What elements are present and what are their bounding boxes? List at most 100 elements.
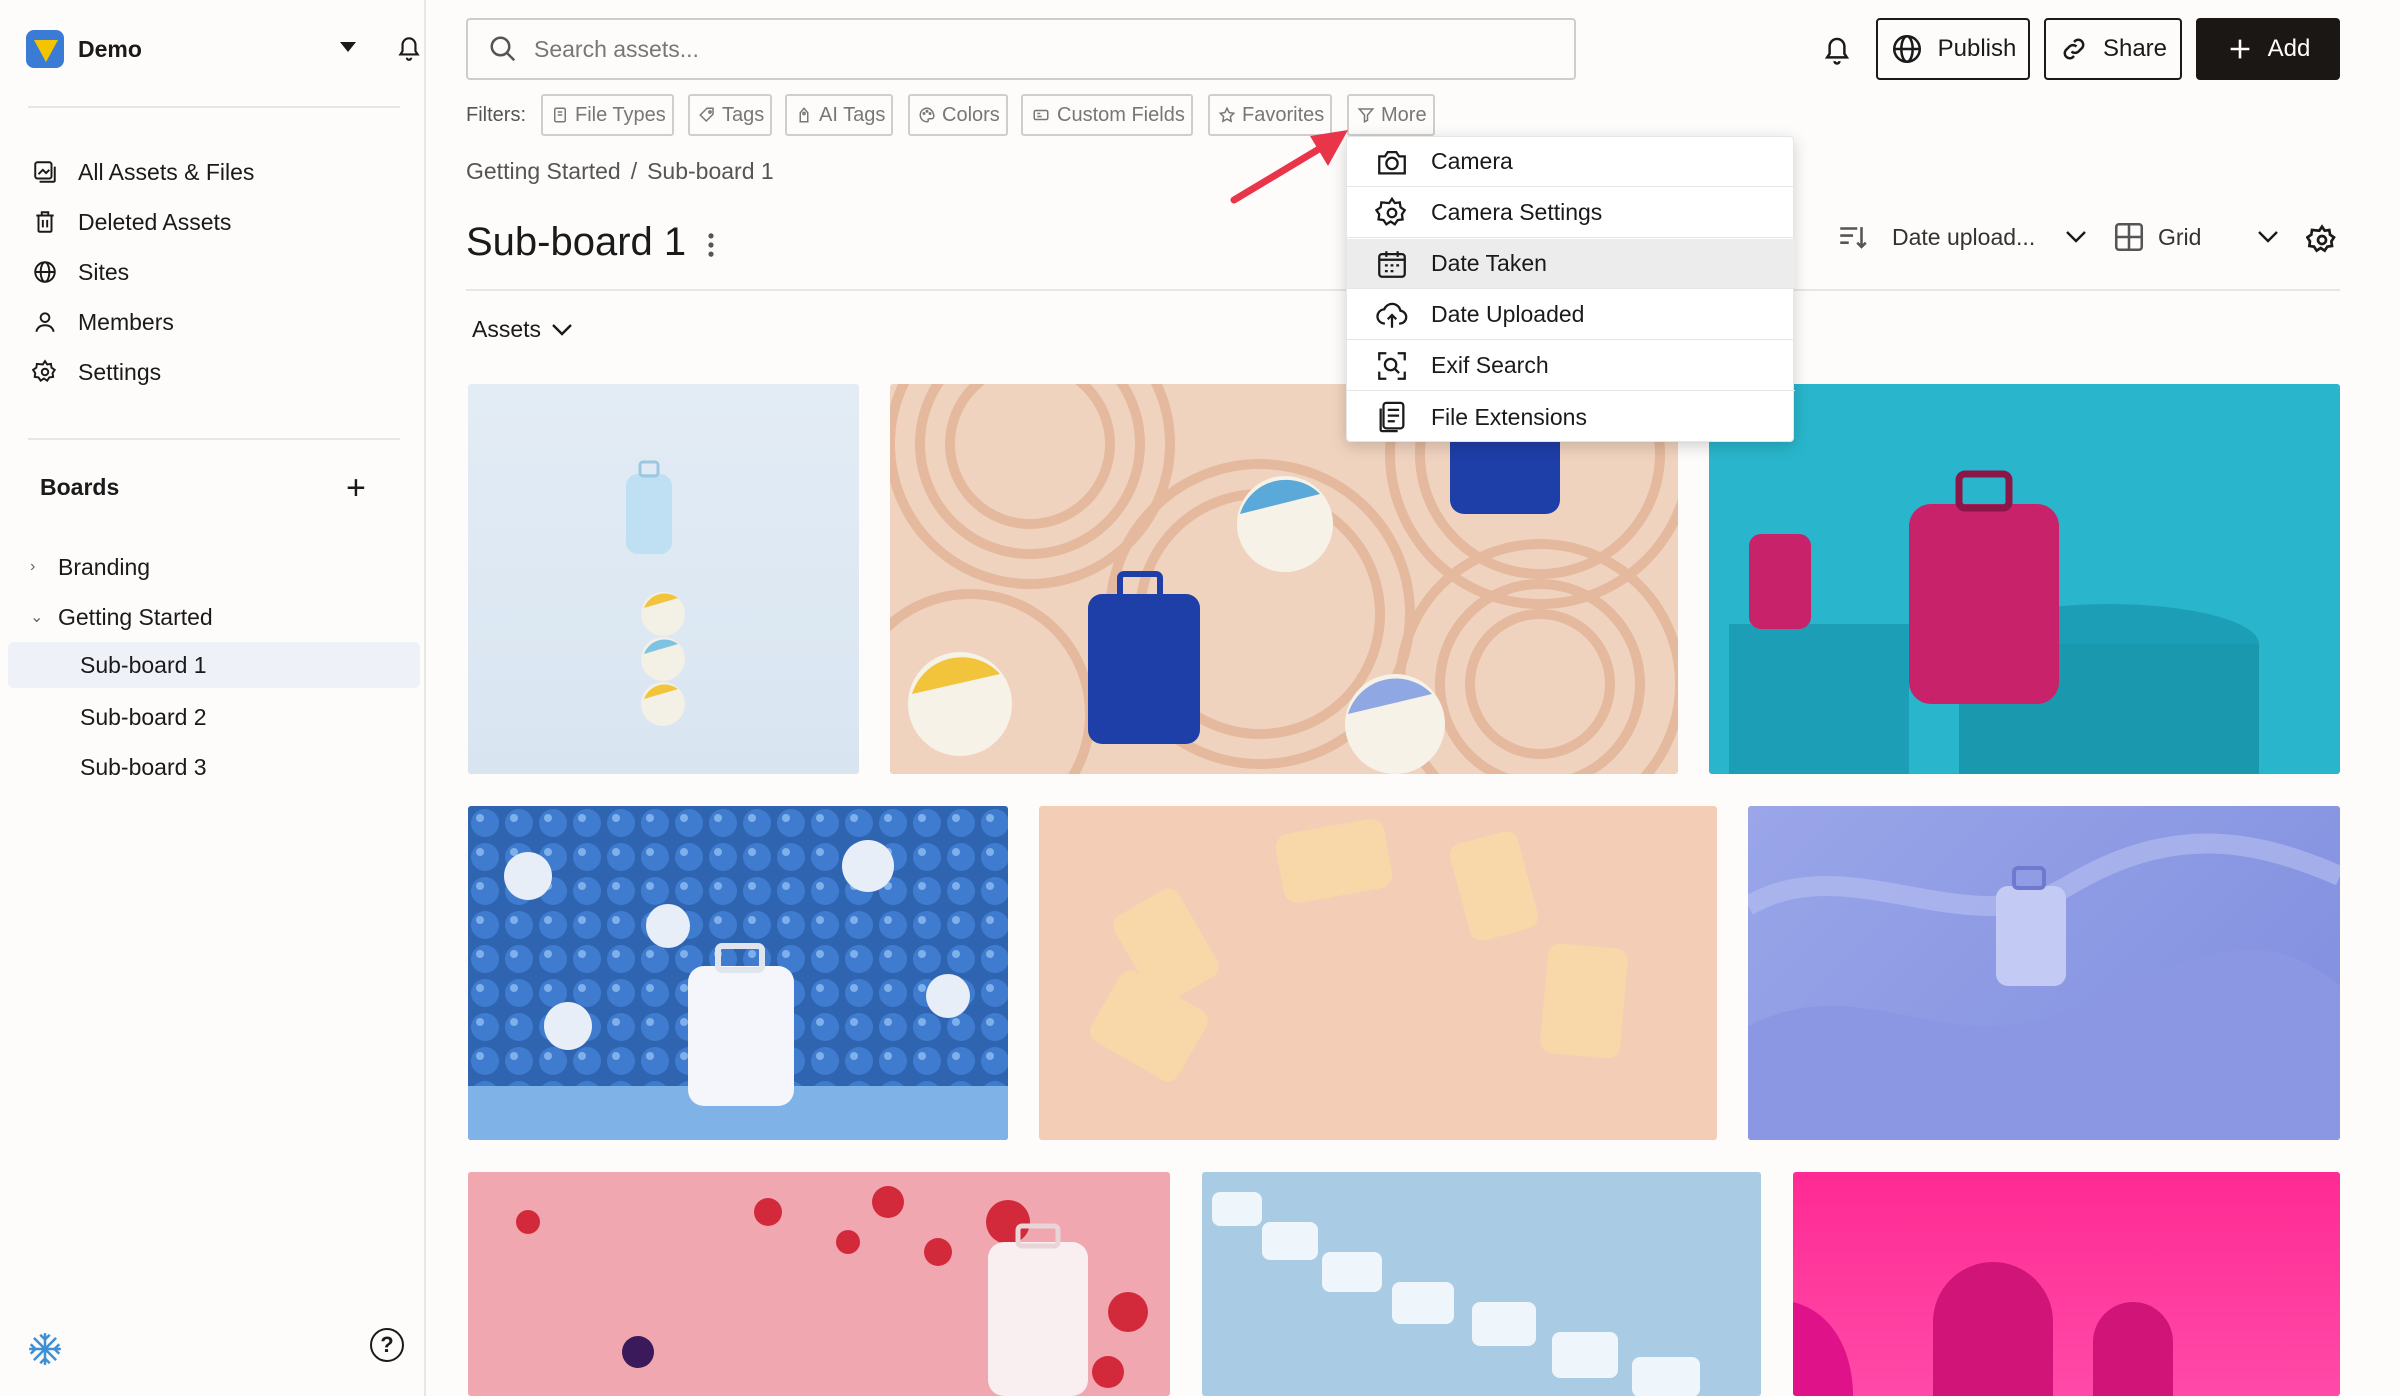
add-button[interactable]: Add <box>2196 18 2340 80</box>
view-label: Grid <box>2158 223 2202 250</box>
custom-field-icon <box>1033 109 1049 121</box>
filter-colors[interactable]: Colors <box>908 94 1008 136</box>
menu-item-camera-settings[interactable]: Camera Settings <box>1347 188 1795 238</box>
search-input[interactable] <box>534 35 1434 63</box>
filter-ai-tags[interactable]: AI Tags <box>785 94 894 136</box>
breadcrumb: Getting Started / Sub-board 1 <box>466 158 774 185</box>
board-label: Sub-board 3 <box>80 753 207 780</box>
sort-icon <box>1840 227 1867 249</box>
board-sub-board-1[interactable]: Sub-board 1 <box>8 642 420 688</box>
board-label: Sub-board 2 <box>80 703 207 730</box>
plus-icon <box>2230 39 2249 59</box>
board-getting-started[interactable]: ⌄ Getting Started <box>30 594 213 640</box>
gear-icon <box>1375 196 1407 226</box>
view-dropdown[interactable]: Grid <box>2112 220 2279 254</box>
assets-label: Assets <box>472 316 542 342</box>
nav-members[interactable]: Members <box>32 302 174 342</box>
share-label: Share <box>2102 35 2168 62</box>
chevron-down-icon <box>2258 231 2279 243</box>
palette-icon <box>919 107 935 123</box>
camera-icon <box>1378 150 1406 174</box>
add-label: Add <box>2267 35 2311 62</box>
menu-item-file-extensions[interactable]: File Extensions <box>1347 392 1795 442</box>
nav-label: Settings <box>78 358 162 385</box>
nav-label: All Assets & Files <box>78 158 255 185</box>
globe-icon <box>1892 34 1921 64</box>
gear-icon <box>32 359 57 383</box>
cloud-upload-icon <box>1376 302 1408 328</box>
filter-custom-fields[interactable]: Custom Fields <box>1021 94 1193 136</box>
sidebar-divider <box>28 438 400 440</box>
share-button[interactable]: Share <box>2044 18 2182 80</box>
filter-tags[interactable]: Tags <box>688 94 773 136</box>
chevron-down-icon <box>2066 231 2087 243</box>
filter-file-types[interactable]: File Types <box>541 94 674 136</box>
nav-deleted-assets[interactable]: Deleted Assets <box>32 202 231 242</box>
breadcrumb-parent[interactable]: Getting Started <box>466 158 621 184</box>
asset-thumbnail[interactable] <box>468 384 859 774</box>
calendar-icon <box>1378 250 1406 278</box>
asset-thumbnail[interactable] <box>468 806 1008 1140</box>
more-filters-menu: Camera Camera Settings Date Taken Date U… <box>1346 136 1795 442</box>
menu-item-date-uploaded[interactable]: Date Uploaded <box>1347 290 1795 340</box>
board-sub-board-2[interactable]: Sub-board 2 <box>80 694 207 740</box>
asset-thumbnail[interactable] <box>468 1172 1170 1396</box>
chevron-down-icon <box>552 323 572 336</box>
board-branding[interactable]: › Branding <box>30 544 150 590</box>
chevron-down-icon[interactable]: ⌄ <box>30 607 46 627</box>
asset-thumbnail[interactable] <box>1202 1172 1761 1396</box>
boards-heading: Boards <box>40 474 120 500</box>
nav-settings[interactable]: Settings <box>32 352 161 392</box>
filter-more[interactable]: More <box>1347 94 1435 136</box>
breadcrumb-current: Sub-board 1 <box>647 158 774 184</box>
nav-sites[interactable]: Sites <box>32 252 129 292</box>
menu-item-exif-search[interactable]: Exif Search <box>1347 341 1795 391</box>
help-button[interactable]: ? <box>370 1328 404 1362</box>
menu-item-camera[interactable]: Camera <box>1347 137 1795 187</box>
asset-thumbnail[interactable] <box>890 384 1678 774</box>
bell-icon[interactable] <box>396 34 422 67</box>
trash-icon <box>36 211 54 233</box>
board-sub-board-3[interactable]: Sub-board 3 <box>80 744 207 790</box>
ai-tag-icon <box>799 107 809 123</box>
sort-label: Date upload... <box>1892 223 2036 250</box>
publish-button[interactable]: Publish <box>1876 18 2030 80</box>
sidebar-divider <box>28 106 400 108</box>
chevron-right-icon[interactable]: › <box>30 558 46 576</box>
search-bar[interactable] <box>466 18 1576 80</box>
asset-thumbnail[interactable] <box>1748 806 2340 1140</box>
link-icon <box>2063 38 2085 60</box>
asset-thumbnail[interactable] <box>1709 384 2340 774</box>
grid-icon <box>2114 222 2144 252</box>
asset-thumbnail[interactable] <box>1039 806 1717 1140</box>
publish-label: Publish <box>1937 35 2017 62</box>
file-icon <box>554 107 566 123</box>
board-label: Sub-board 1 <box>80 651 207 678</box>
menu-item-date-taken[interactable]: Date Taken <box>1347 239 1795 289</box>
nav-label: Members <box>78 308 174 335</box>
board-label: Getting Started <box>58 603 213 630</box>
kebab-menu-icon[interactable] <box>706 232 716 263</box>
assets-type-dropdown[interactable]: Assets <box>472 316 573 343</box>
nav-label: Sites <box>78 258 130 285</box>
workspace-logo <box>26 30 64 68</box>
sort-dropdown[interactable]: Date upload... <box>1836 220 2087 254</box>
snowflake-logo-icon[interactable] <box>26 1330 64 1373</box>
search-icon <box>490 36 516 62</box>
scan-search-icon <box>1378 351 1406 380</box>
file-list-icon <box>1379 401 1405 433</box>
tag-icon <box>699 107 714 123</box>
nav-label: Deleted Assets <box>78 208 232 235</box>
sidebar: Demo All Assets & Files Deleted Assets S… <box>0 0 426 1396</box>
globe-icon <box>34 261 56 283</box>
nav-all-assets[interactable]: All Assets & Files <box>32 152 254 192</box>
settings-gear-icon[interactable] <box>2305 224 2338 261</box>
add-board-plus-icon[interactable]: + <box>346 471 366 505</box>
workspace-switcher[interactable]: Demo <box>26 28 420 70</box>
page-title: Sub-board 1 <box>466 220 687 264</box>
asset-thumbnail[interactable] <box>1793 1172 2340 1396</box>
notifications-bell-icon[interactable] <box>1822 34 1852 71</box>
caret-down-icon[interactable] <box>340 42 356 52</box>
person-icon <box>35 312 55 333</box>
workspace-name: Demo <box>78 35 142 62</box>
